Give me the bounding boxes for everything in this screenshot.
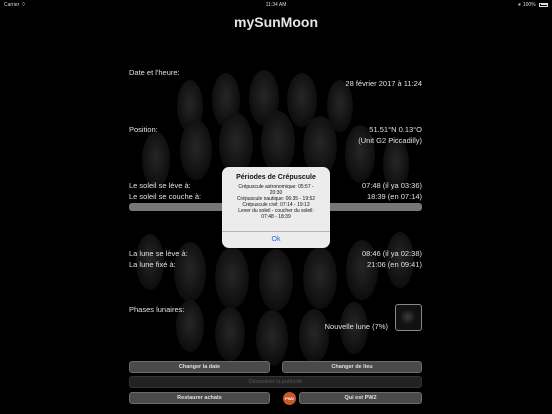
alert-message: Crépuscule astronomique: 05:57 - 20:30 C…: [228, 184, 324, 220]
alert-ok-button[interactable]: Ok: [222, 233, 330, 247]
date-value: 28 février 2017 à 11:24: [345, 79, 422, 88]
position-place: (Unit G2 Piccadilly): [358, 136, 422, 145]
position-label: Position:: [129, 125, 158, 134]
moon-phases-label: Phases lunaires:: [129, 305, 185, 314]
change-date-button[interactable]: Changer la date: [129, 361, 270, 373]
moon-phase-value: Nouvelle lune (7%): [324, 322, 388, 331]
sunset-label: Le soleil se couche à:: [129, 192, 202, 201]
sunrise-value: 07:48 (il ya 03:36): [361, 181, 422, 190]
position-coords: 51.51°N 0.13°O: [369, 125, 422, 134]
moonset-label: La lune fixé à:: [129, 260, 176, 269]
moonrise-value: 08:46 (il ya 02:38): [361, 249, 422, 258]
restore-purchases-button[interactable]: Restaurer achats: [129, 392, 270, 404]
twilight-periods-alert: Périodes de Crépuscule Crépuscule astron…: [222, 167, 330, 248]
date-label: Date et l'heure:: [129, 68, 180, 77]
moonrise-label: La lune se lève à:: [129, 249, 188, 258]
moonset-value: 21:06 (en 09:41): [366, 260, 422, 269]
alert-divider: [222, 231, 330, 232]
what-is-pw2-button[interactable]: Qui est PW2: [299, 392, 422, 404]
app-title: mySunMoon: [234, 14, 318, 30]
pw2-logo-icon[interactable]: PW2: [283, 392, 296, 405]
sunset-value: 18:39 (en 07:14): [366, 192, 422, 201]
change-place-button[interactable]: Changer de lieu: [282, 361, 422, 373]
alert-line: 07:48 - 18:39: [261, 214, 291, 220]
disable-ads-button[interactable]: Désactiver la publicité: [129, 376, 422, 388]
moon-phase-thumbnail[interactable]: [395, 304, 422, 331]
sunrise-label: Le soleil se lève à:: [129, 181, 191, 190]
alert-title: Périodes de Crépuscule: [236, 174, 316, 181]
moon-icon: [401, 310, 416, 325]
